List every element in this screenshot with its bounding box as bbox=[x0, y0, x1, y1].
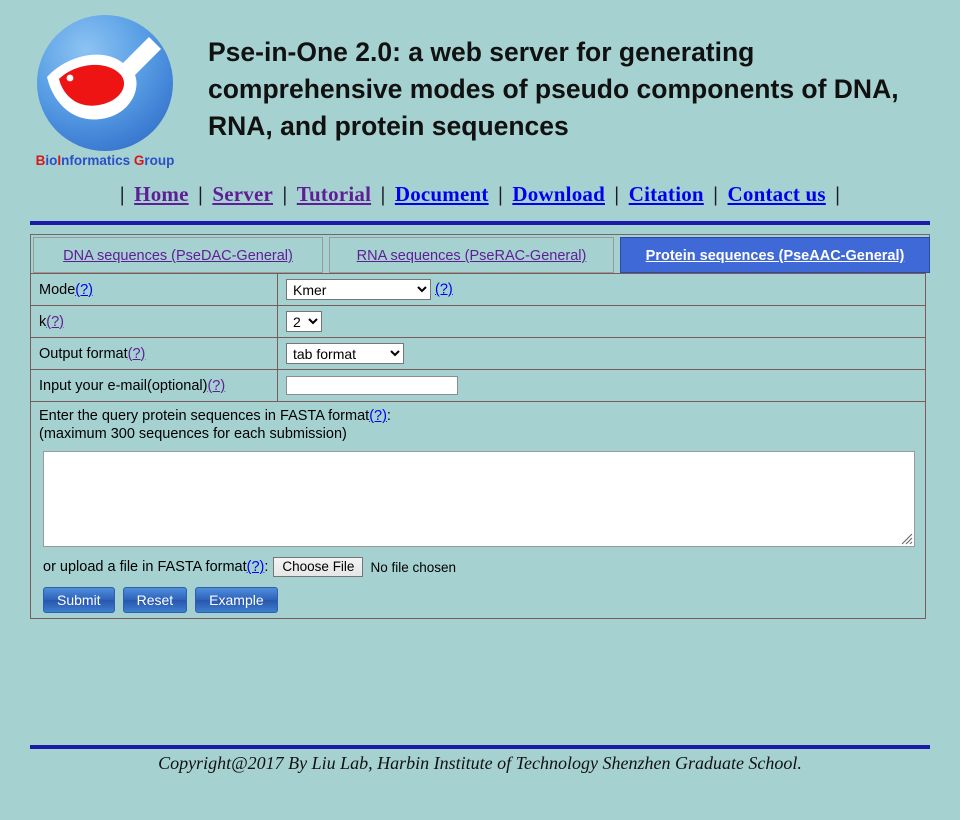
nav-separator: | bbox=[614, 182, 620, 206]
sequence-help-icon[interactable]: (?) bbox=[369, 408, 387, 424]
nav-item-contact-us[interactable]: Contact us bbox=[728, 182, 826, 206]
upload-label-text: or upload a file in FASTA format bbox=[43, 559, 247, 575]
choose-file-button[interactable]: Choose File bbox=[273, 557, 364, 577]
mode-label-cell: Mode(?) bbox=[30, 273, 278, 306]
sequence-note: (maximum 300 sequences for each submissi… bbox=[39, 426, 347, 442]
form-row-k: k(?) 2 bbox=[30, 305, 926, 338]
nav-separator: | bbox=[380, 182, 386, 206]
form-row-sequences: Enter the query protein sequences in FAS… bbox=[30, 401, 926, 619]
copyright-footer: Copyright@2017 By Liu Lab, Harbin Instit… bbox=[158, 753, 802, 773]
resize-grip-icon[interactable] bbox=[900, 532, 913, 545]
sequence-input-cell: Enter the query protein sequences in FAS… bbox=[30, 401, 926, 619]
nav-item-download[interactable]: Download bbox=[512, 182, 605, 206]
tab-rna-sequences[interactable]: RNA sequences (PseRAC-General) bbox=[329, 237, 614, 273]
mode-extra-help-icon[interactable]: (?) bbox=[435, 281, 453, 297]
email-label-cell: Input your e-mail(optional)(?) bbox=[30, 369, 278, 402]
fish-logo-icon bbox=[37, 15, 173, 151]
nav-separator: | bbox=[282, 182, 288, 206]
nav-separator: | bbox=[713, 182, 719, 206]
nav-item-server[interactable]: Server bbox=[212, 182, 273, 206]
nav-item-home[interactable]: Home bbox=[134, 182, 188, 206]
k-label-cell: k(?) bbox=[30, 305, 278, 338]
tab-dna-sequences[interactable]: DNA sequences (PseDAC-General) bbox=[33, 237, 323, 273]
tab-rna-label[interactable]: RNA sequences (PseRAC-General) bbox=[357, 248, 587, 264]
sequence-type-tabs: DNA sequences (PseDAC-General) RNA seque… bbox=[30, 234, 930, 273]
nav-item-citation[interactable]: Citation bbox=[629, 182, 704, 206]
parameters-form: Mode(?) Kmer (?) k(?) 2 Output format(?)… bbox=[30, 273, 926, 619]
file-status-text: No file chosen bbox=[370, 559, 457, 575]
form-row-mode: Mode(?) Kmer (?) bbox=[30, 273, 926, 306]
logo-caption: BioInformatics Group bbox=[35, 153, 175, 168]
mode-label: Mode bbox=[39, 281, 76, 298]
k-value-cell: 2 bbox=[277, 305, 926, 338]
mode-help-icon[interactable]: (?) bbox=[75, 282, 93, 298]
email-field[interactable] bbox=[286, 376, 458, 395]
reset-button[interactable]: Reset bbox=[122, 587, 188, 613]
output-format-label: Output format bbox=[39, 345, 128, 362]
fish-glyph-icon bbox=[47, 37, 161, 120]
file-upload-row: or upload a file in FASTA format (?): Cho… bbox=[43, 557, 917, 577]
form-row-output-format: Output format(?) tab format bbox=[30, 337, 926, 370]
nav-item-tutorial[interactable]: Tutorial bbox=[297, 182, 371, 206]
example-button[interactable]: Example bbox=[195, 587, 278, 613]
nav-separator: | bbox=[119, 182, 125, 206]
header-divider bbox=[30, 221, 930, 225]
output-format-label-cell: Output format(?) bbox=[30, 337, 278, 370]
nav-item-document[interactable]: Document bbox=[395, 182, 489, 206]
k-select[interactable]: 2 bbox=[286, 311, 322, 332]
page-header: BioInformatics Group Pse-in-One 2.0: a w… bbox=[0, 0, 960, 168]
form-action-buttons: Submit Reset Example bbox=[43, 587, 917, 613]
email-help-icon[interactable]: (?) bbox=[207, 378, 225, 394]
page-title: Pse-in-One 2.0: a web server for generat… bbox=[208, 37, 899, 141]
sequence-instructions: Enter the query protein sequences in FAS… bbox=[39, 407, 917, 443]
submit-button[interactable]: Submit bbox=[43, 587, 115, 613]
sequence-label-text: Enter the query protein sequences in FAS… bbox=[39, 408, 370, 424]
output-format-select[interactable]: tab format bbox=[286, 343, 404, 364]
email-label: Input your e-mail(optional) bbox=[39, 377, 208, 394]
upload-label-colon: : bbox=[264, 559, 269, 575]
output-format-help-icon[interactable]: (?) bbox=[128, 346, 146, 362]
tab-dna-label[interactable]: DNA sequences (PseDAC-General) bbox=[63, 248, 293, 264]
nav-separator: | bbox=[498, 182, 503, 206]
sequence-label-colon: : bbox=[386, 408, 391, 424]
upload-help-icon[interactable]: (?) bbox=[247, 559, 265, 575]
nav-separator: | bbox=[198, 182, 203, 206]
nav-separator: | bbox=[835, 182, 841, 206]
footer-divider bbox=[30, 745, 930, 749]
tab-protein-sequences[interactable]: Protein sequences (PseAAC-General) bbox=[620, 237, 930, 273]
form-row-email: Input your e-mail(optional)(?) bbox=[30, 369, 926, 402]
sequence-textarea[interactable] bbox=[43, 451, 915, 547]
email-value-cell bbox=[277, 369, 926, 402]
main-navigation: | Home | Server | Tutorial | Document | … bbox=[0, 168, 960, 207]
mode-select[interactable]: Kmer bbox=[286, 279, 431, 300]
mode-value-cell: Kmer (?) bbox=[277, 273, 926, 306]
output-format-value-cell: tab format bbox=[277, 337, 926, 370]
k-help-icon[interactable]: (?) bbox=[46, 314, 64, 330]
tab-protein-label[interactable]: Protein sequences (PseAAC-General) bbox=[646, 248, 905, 264]
site-logo: BioInformatics Group bbox=[30, 12, 180, 168]
